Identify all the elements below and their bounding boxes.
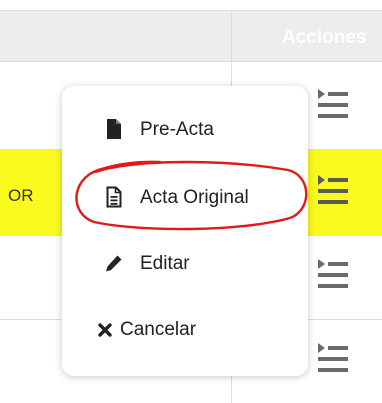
menu-item-acta-original[interactable]: Acta Original — [62, 172, 308, 222]
row-cell-text: OR — [8, 186, 34, 205]
menu-item-pre-acta[interactable]: Pre-Acta — [62, 104, 308, 154]
list-menu-icon[interactable] — [314, 256, 350, 292]
file-text-icon — [106, 186, 122, 208]
menu-item-label: Editar — [140, 253, 190, 274]
file-solid-icon — [107, 119, 121, 139]
menu-item-cancelar[interactable]: Cancelar — [62, 304, 308, 354]
list-menu-icon[interactable] — [314, 172, 350, 208]
table-header: Acciones — [0, 10, 382, 62]
menu-item-label: Pre-Acta — [140, 119, 214, 140]
actions-dropdown-menu: Pre-Acta Acta Original Editar Cancelar — [62, 86, 308, 376]
list-menu-icon[interactable] — [314, 86, 350, 122]
list-menu-icon[interactable] — [314, 340, 350, 376]
menu-item-editar[interactable]: Editar — [62, 238, 308, 288]
column-header-actions: Acciones — [282, 27, 367, 48]
screenshot-stage: Acciones OR Pre-Acta Acta Original Edita… — [0, 0, 382, 403]
close-icon — [98, 323, 112, 337]
pencil-icon — [106, 255, 122, 272]
menu-item-label: Cancelar — [120, 319, 197, 340]
menu-item-label: Acta Original — [140, 187, 249, 208]
